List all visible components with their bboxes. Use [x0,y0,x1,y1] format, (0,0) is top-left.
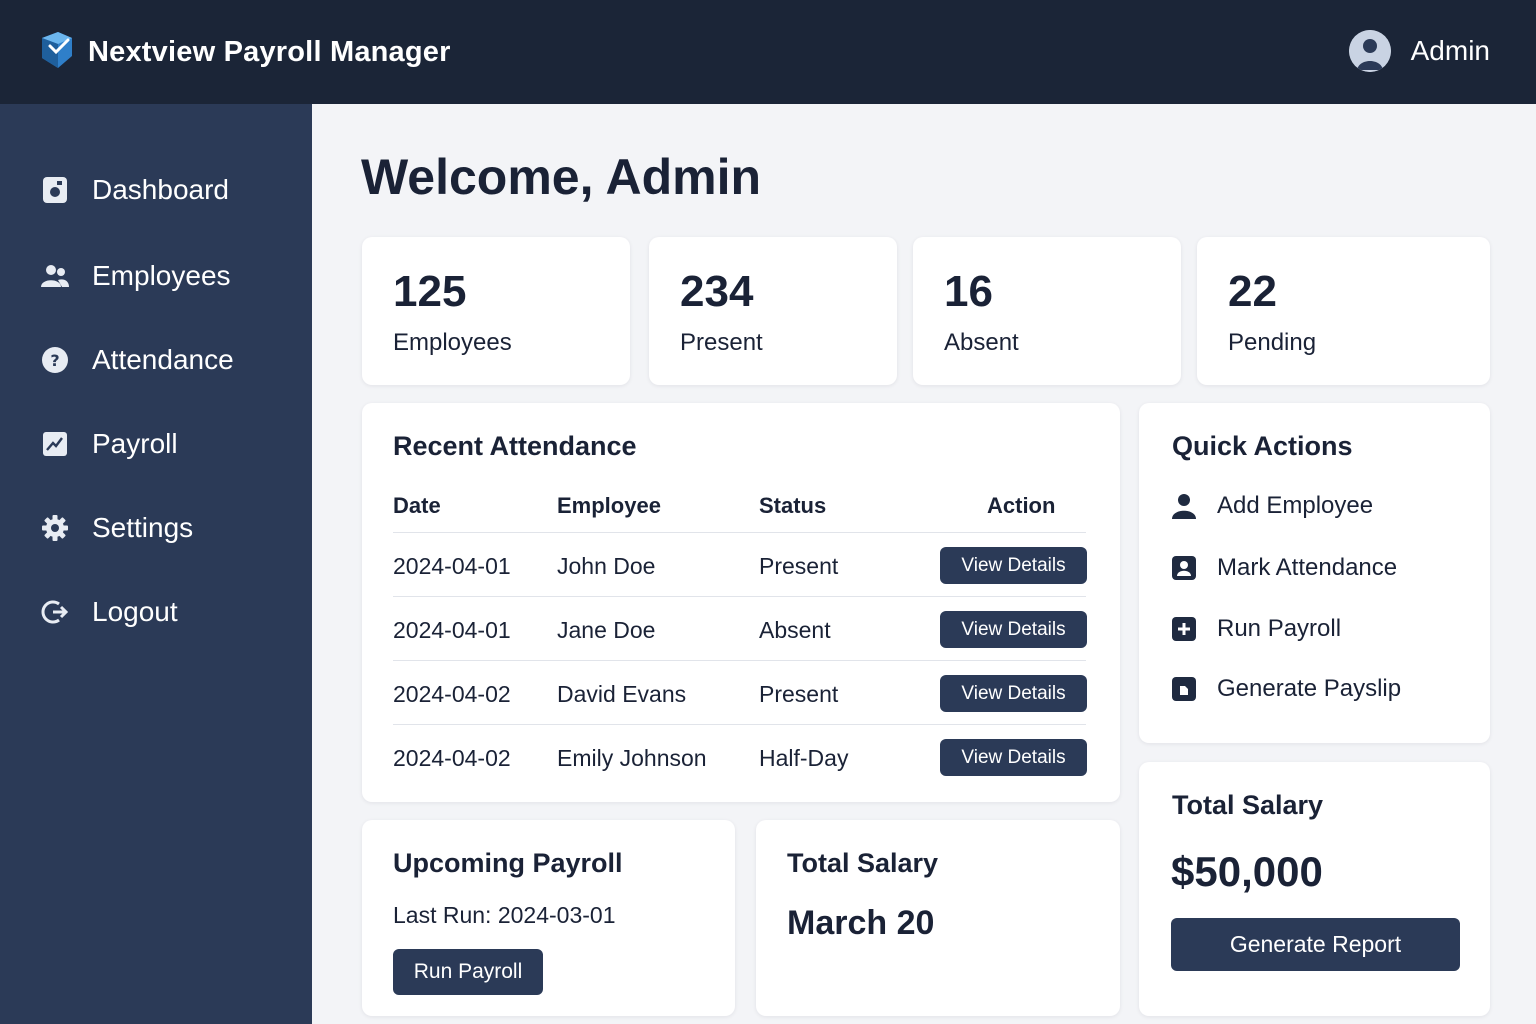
divider [393,660,1086,661]
sidebar-item-label: Dashboard [92,174,229,205]
card-title: Upcoming Payroll [393,848,623,878]
view-details-button[interactable]: View Details [940,611,1087,648]
generate-report-button[interactable]: Generate Report [1171,918,1460,971]
quick-action-generate-payslip[interactable]: Generate Payslip [1171,675,1401,703]
card-title: Quick Actions [1172,431,1353,461]
logout-icon [40,597,70,627]
column-header-action: Action [987,493,1056,518]
quick-action-run-payroll[interactable]: Run Payroll [1171,615,1341,643]
divider [393,724,1086,725]
divider [393,532,1086,533]
main-content: Welcome, Admin 125 Employees 234 Present… [312,104,1536,1024]
cell-employee: David Evans [557,681,687,707]
sidebar-item-label: Logout [92,596,178,627]
card-title: Total Salary [1172,790,1324,820]
view-details-button[interactable]: View Details [940,547,1087,584]
cell-date: 2024-04-01 [393,553,511,579]
document-icon [1171,676,1197,702]
cell-status: Present [759,553,839,579]
top-bar: Nextview Payroll Manager Admin [0,0,1536,104]
recent-attendance-card: Recent Attendance Date Employee Status A… [362,403,1120,802]
stat-value: 125 [393,267,467,316]
sidebar-item-settings[interactable]: Settings [40,512,193,544]
chart-icon [40,429,70,459]
cell-date: 2024-04-01 [393,617,511,643]
last-run-text: Last Run: 2024-03-01 [393,902,616,928]
sidebar-item-label: Payroll [92,428,178,459]
stat-value: 16 [944,267,993,316]
sidebar-item-payroll[interactable]: Payroll [40,428,178,460]
sidebar: Dashboard Employees ? Attendance Payroll [0,104,312,1024]
cell-date: 2024-04-02 [393,681,511,707]
user-name[interactable]: Admin [1411,35,1490,67]
quick-action-label: Generate Payslip [1217,675,1402,702]
svg-text:?: ? [50,351,59,370]
column-header-date: Date [393,493,441,518]
cell-date: 2024-04-02 [393,745,511,771]
question-icon: ? [40,345,70,375]
quick-action-label: Mark Attendance [1217,554,1398,581]
stat-value: 22 [1228,267,1277,316]
cell-status: Absent [759,617,831,643]
sidebar-item-attendance[interactable]: ? Attendance [40,344,234,376]
sidebar-item-label: Employees [92,260,231,291]
users-icon [40,261,70,291]
column-header-employee: Employee [557,493,661,518]
stat-card-employees: 125 Employees [362,237,630,385]
run-payroll-button[interactable]: Run Payroll [393,949,543,995]
gear-icon [40,513,70,543]
stat-value: 234 [680,267,754,316]
user-menu[interactable]: Admin [1348,30,1490,72]
cell-status: Present [759,681,839,707]
cell-employee: Emily Johnson [557,745,707,771]
user-badge-icon [1171,555,1197,581]
quick-action-label: Run Payroll [1217,615,1342,642]
sidebar-item-label: Settings [92,512,194,543]
divider [393,596,1086,597]
sidebar-item-label: Attendance [92,344,234,375]
stat-label: Employees [393,329,512,356]
view-details-button[interactable]: View Details [940,675,1087,712]
brand: Nextview Payroll Manager [38,30,451,75]
total-salary-month-card: Total Salary March 20 [756,820,1120,1016]
avatar[interactable] [1348,30,1391,72]
stat-label: Pending [1228,329,1317,356]
sidebar-item-logout[interactable]: Logout [40,596,178,628]
month-value: March 20 [787,904,935,942]
column-header-status: Status [759,493,827,518]
card-title: Total Salary [787,848,939,878]
quick-action-add-employee[interactable]: Add Employee [1171,492,1373,520]
card-title: Recent Attendance [393,431,637,461]
cell-employee: Jane Doe [557,617,656,643]
stat-card-pending: 22 Pending [1197,237,1490,385]
stat-card-absent: 16 Absent [913,237,1181,385]
quick-actions-card: Quick Actions Add Employee Mark Attendan… [1139,403,1490,743]
stat-label: Absent [944,329,1019,356]
quick-action-mark-attendance[interactable]: Mark Attendance [1171,554,1397,582]
cell-employee: John Doe [557,553,656,579]
cell-status: Half-Day [759,745,849,771]
month-value-clip: March 20 [787,904,943,952]
plus-square-icon [1171,616,1197,642]
app-title: Nextview Payroll Manager [88,36,451,68]
total-salary-amount: $50,000 [1171,848,1323,895]
view-details-button[interactable]: View Details [940,739,1087,776]
logo-icon [38,30,76,75]
page-title: Welcome, Admin [361,149,762,205]
stat-card-present: 234 Present [649,237,897,385]
user-icon [1171,493,1197,519]
quick-action-label: Add Employee [1217,492,1374,519]
upcoming-payroll-card: Upcoming Payroll Last Run: 2024-03-01 Ru… [362,820,735,1016]
sidebar-item-dashboard[interactable]: Dashboard [40,174,229,206]
total-salary-card: Total Salary $50,000 Generate Report [1139,762,1490,1016]
sidebar-item-employees[interactable]: Employees [40,260,231,292]
stat-label: Present [680,329,763,356]
dashboard-icon [40,175,70,205]
